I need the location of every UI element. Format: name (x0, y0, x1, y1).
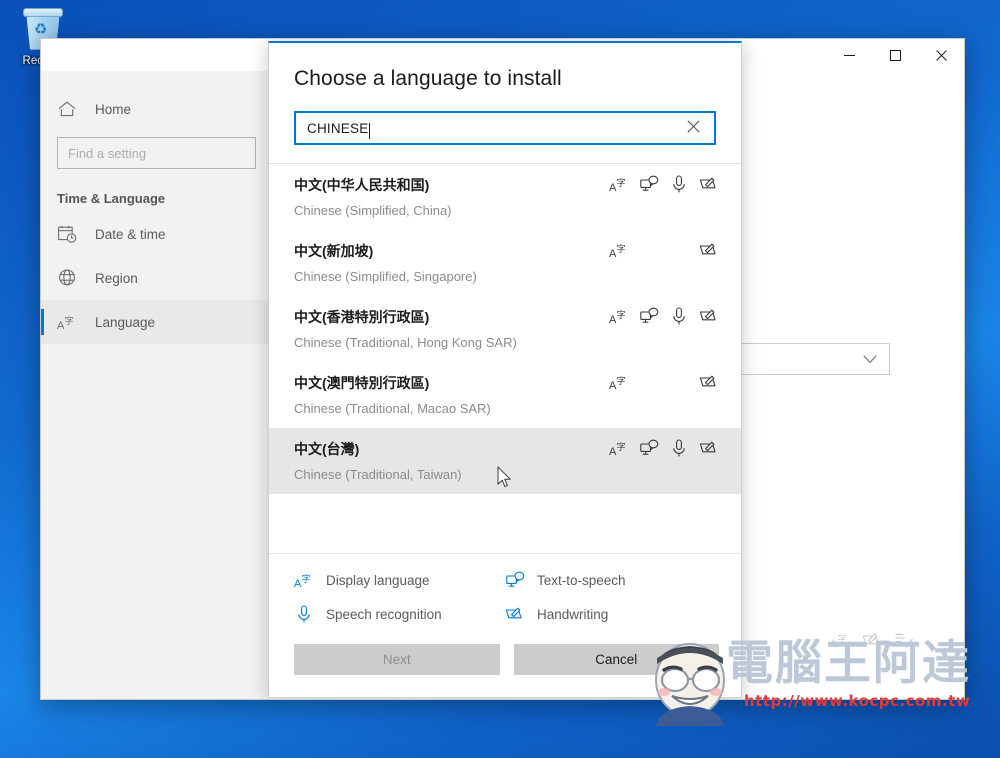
cancel-button[interactable]: Cancel (513, 644, 719, 675)
legend-text-to-speech: Text-to-speech (505, 570, 716, 590)
language-search-value: CHINESE (307, 121, 683, 136)
globe-icon (57, 268, 77, 288)
language-feature-icons: A 字 (609, 372, 719, 392)
settings-window: Settings Home Find a setting Time & Lang… (40, 38, 965, 700)
language-english-name: Chinese (Simplified, China) (294, 203, 452, 218)
handwriting-icon (699, 306, 719, 326)
maximize-button[interactable] (872, 39, 918, 71)
spellcheck-icon (894, 631, 914, 654)
handwriting-icon (505, 604, 525, 624)
display-language-icon: A 字 (294, 570, 314, 590)
language-feature-icons: A 字 (609, 438, 719, 458)
chevron-down-icon (863, 354, 877, 363)
list-item[interactable]: 中文(香港特別行政區) Chinese (Traditional, Hong K… (269, 296, 741, 362)
maximize-icon (889, 49, 901, 61)
display-language-icon: A 字 (57, 312, 77, 332)
sidebar-item-home[interactable]: Home (41, 87, 268, 131)
speech-recognition-icon (294, 604, 314, 624)
handwriting-icon (862, 631, 882, 654)
language-english-name: Chinese (Traditional, Macao SAR) (294, 401, 491, 416)
legend-label: Text-to-speech (537, 572, 626, 588)
handwriting-icon (699, 372, 719, 392)
close-icon (687, 120, 700, 133)
handwriting-icon (699, 174, 719, 194)
svg-text:字: 字 (65, 315, 74, 327)
legend-label: Handwriting (537, 606, 609, 622)
desktop-background: ♻ Recycle (0, 0, 1000, 758)
language-english-name: Chinese (Traditional, Taiwan) (294, 467, 462, 482)
find-a-setting-input[interactable]: Find a setting (57, 137, 256, 169)
dialog-actions: Next Cancel (269, 630, 741, 697)
display-language-icon: A 字 (609, 306, 629, 326)
display-language-icon: A 字 (830, 631, 850, 654)
legend-label: Speech recognition (326, 606, 442, 622)
text-to-speech-icon (639, 174, 659, 194)
text-to-speech-icon (639, 306, 659, 326)
svg-text:字: 字 (617, 441, 626, 453)
dialog-header: Choose a language to install (269, 43, 741, 91)
display-language-icon: A 字 (609, 240, 629, 260)
dialog-title: Choose a language to install (294, 67, 562, 90)
installed-language-feature-icons: A 字 (830, 631, 914, 654)
sidebar-item-date-time[interactable]: Date & time (41, 212, 268, 256)
language-feature-icons: A 字 (609, 306, 719, 326)
speech-recognition-icon (669, 438, 689, 458)
sidebar-item-label: Home (95, 101, 132, 117)
svg-text:字: 字 (617, 309, 626, 321)
language-feature-icons: A 字 (609, 240, 719, 260)
list-item[interactable]: 中文(台灣) Chinese (Traditional, Taiwan) A 字 (269, 428, 741, 494)
display-language-icon: A 字 (609, 372, 629, 392)
speech-recognition-icon (669, 306, 689, 326)
next-button[interactable]: Next (294, 644, 500, 675)
sidebar-item-region[interactable]: Region (41, 256, 268, 300)
home-icon (57, 99, 77, 119)
clear-search-button[interactable] (683, 118, 704, 138)
list-item[interactable]: 中文(中华人民共和国) Chinese (Simplified, China) … (269, 164, 741, 230)
settings-sidebar: Settings Home Find a setting Time & Lang… (41, 39, 269, 699)
language-english-name: Chinese (Simplified, Singapore) (294, 269, 477, 284)
feature-legend: A 字 Display language Text-to-speech Spee… (269, 554, 741, 630)
svg-text:字: 字 (302, 573, 311, 585)
display-language-icon: A 字 (609, 174, 629, 194)
text-to-speech-icon (505, 570, 525, 590)
svg-text:字: 字 (617, 375, 626, 387)
speech-recognition-icon (669, 174, 689, 194)
language-feature-icons: A 字 (609, 174, 719, 194)
legend-speech-recognition: Speech recognition (294, 604, 505, 624)
language-english-name: Chinese (Traditional, Hong Kong SAR) (294, 335, 517, 350)
handwriting-icon (699, 438, 719, 458)
minimize-icon (843, 54, 855, 56)
close-icon (935, 49, 947, 61)
legend-display-language: A 字 Display language (294, 570, 505, 590)
calendar-clock-icon (57, 224, 77, 244)
svg-text:字: 字 (617, 243, 626, 255)
sidebar-item-label: Region (95, 270, 138, 286)
list-item[interactable]: 中文(新加坡) Chinese (Simplified, Singapore) … (269, 230, 741, 296)
svg-text:字: 字 (838, 633, 847, 645)
language-list[interactable]: 中文(中华人民共和国) Chinese (Simplified, China) … (269, 164, 741, 553)
choose-language-dialog: Choose a language to install CHINESE 中文(… (268, 41, 742, 698)
minimize-button[interactable] (826, 39, 872, 71)
sidebar-item-label: Language (95, 314, 156, 330)
language-search-input[interactable]: CHINESE (294, 111, 716, 145)
legend-handwriting: Handwriting (505, 604, 716, 624)
display-language-icon: A 字 (609, 438, 629, 458)
handwriting-icon (699, 240, 719, 260)
sidebar-item-language[interactable]: A 字 Language (41, 300, 268, 344)
sidebar-item-label: Date & time (95, 226, 166, 242)
close-button[interactable] (918, 39, 964, 71)
svg-text:字: 字 (617, 177, 626, 189)
text-to-speech-icon (639, 438, 659, 458)
list-item[interactable]: 中文(澳門特別行政區) Chinese (Traditional, Macao … (269, 362, 741, 428)
find-a-setting-placeholder: Find a setting (68, 145, 147, 161)
legend-label: Display language (326, 572, 430, 588)
sidebar-section-header: Time & Language (57, 191, 166, 206)
